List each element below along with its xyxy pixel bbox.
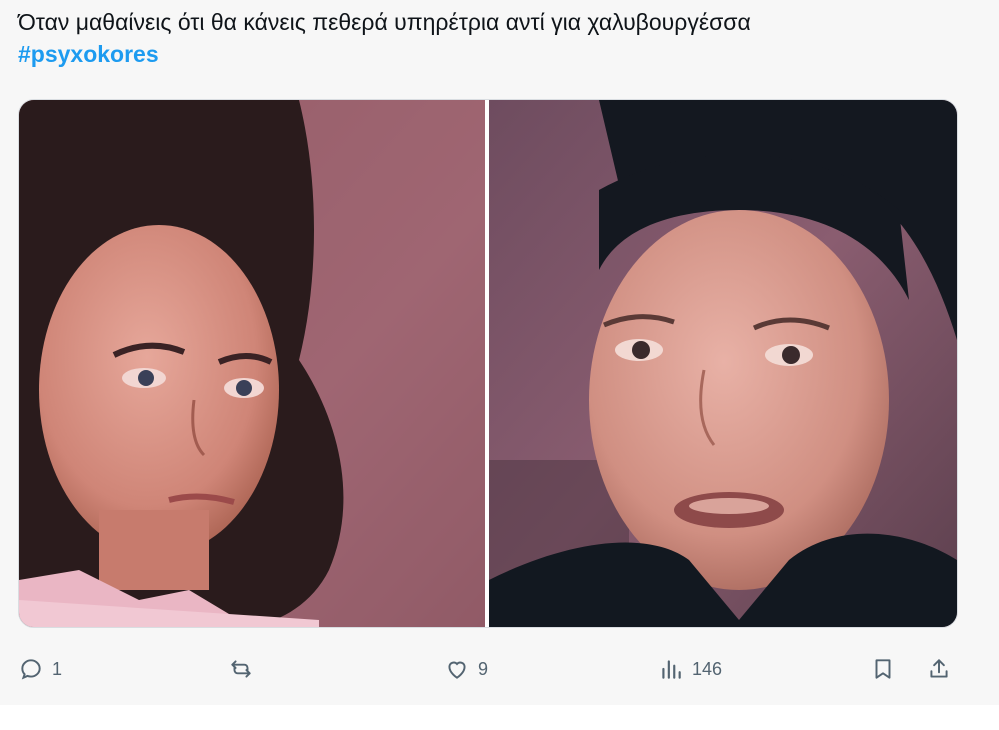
photo-left[interactable] (19, 100, 485, 627)
action-bar: 1 9 146 (18, 647, 958, 691)
photo-right[interactable] (489, 100, 957, 627)
like-count: 9 (478, 658, 489, 679)
share-icon (926, 656, 952, 682)
retweet-button[interactable] (228, 647, 254, 691)
like-icon (444, 656, 470, 682)
hashtag-link[interactable]: #psyxokores (18, 38, 159, 70)
tweet-text-block: Όταν μαθαίνεις ότι θα κάνεις πεθερά υπηρ… (18, 6, 978, 70)
reply-count: 1 (52, 658, 63, 679)
views-count: 146 (692, 658, 723, 679)
bookmark-button[interactable] (870, 647, 896, 691)
photo-right-image (489, 100, 957, 627)
share-button[interactable] (926, 647, 952, 691)
views-icon (658, 656, 684, 682)
tweet-card: Όταν μαθαίνεις ότι θα κάνεις πεθερά υπηρ… (0, 0, 999, 705)
bottom-strip (0, 705, 999, 730)
photo-left-image (19, 100, 485, 627)
bookmark-icon (870, 656, 896, 682)
reply-button[interactable]: 1 (18, 647, 62, 691)
tweet-text: Όταν μαθαίνεις ότι θα κάνεις πεθερά υπηρ… (18, 9, 751, 35)
like-button[interactable]: 9 (444, 647, 488, 691)
views-button[interactable]: 146 (658, 647, 722, 691)
retweet-icon (228, 656, 254, 682)
media-grid (18, 99, 958, 628)
reply-icon (18, 656, 44, 682)
